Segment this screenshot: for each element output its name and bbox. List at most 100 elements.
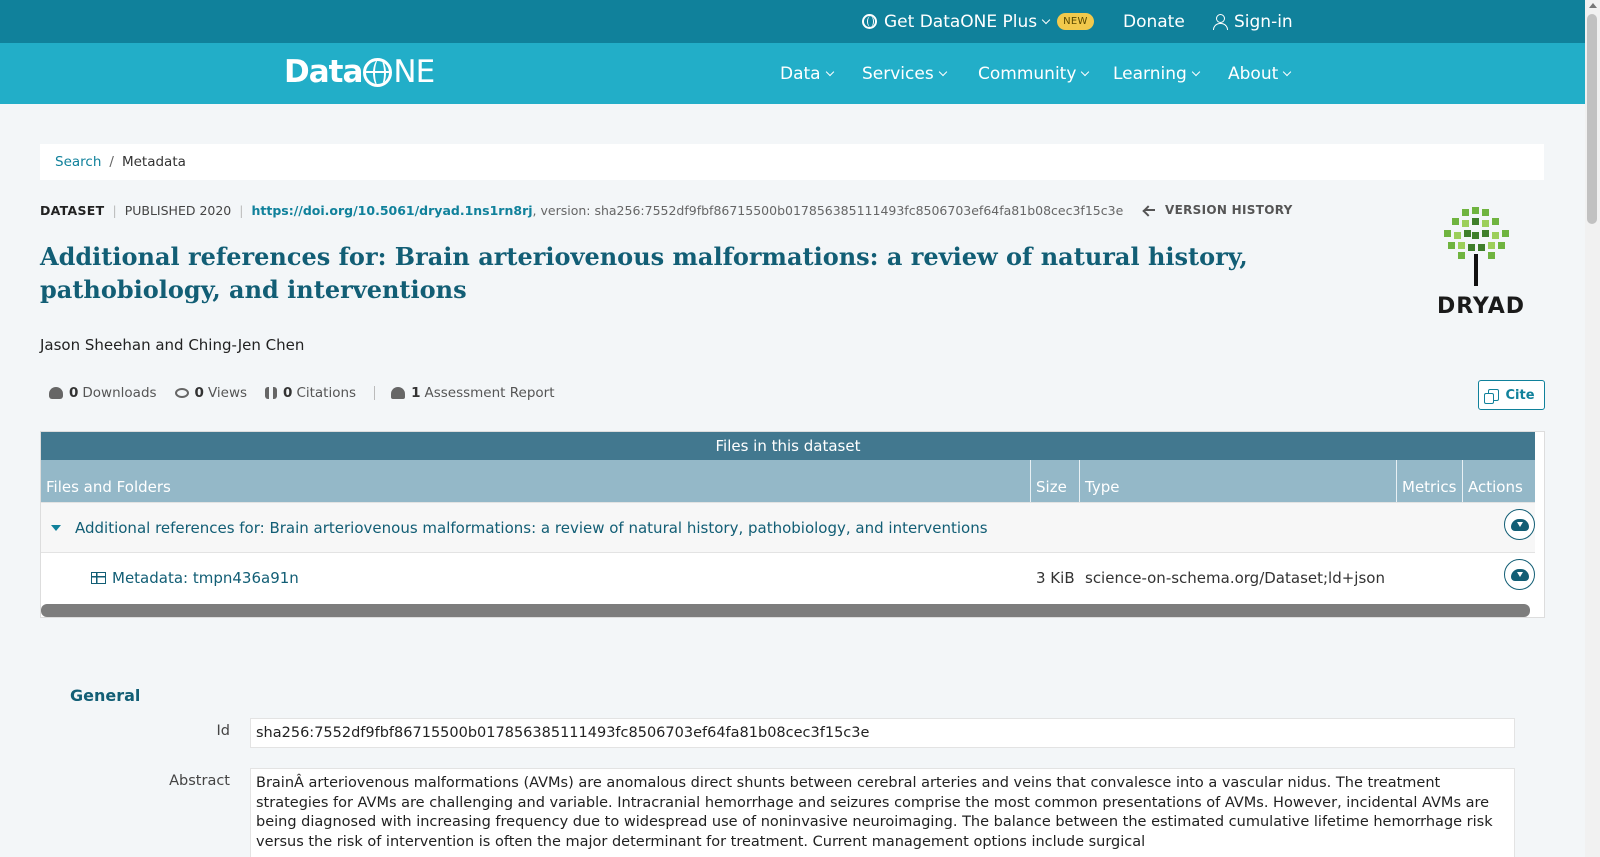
eye-icon: [174, 388, 189, 398]
logo-text-data: Data: [284, 54, 363, 90]
dataset-title: Additional references for: Brain arterio…: [40, 242, 1248, 304]
main-navbar: Data NE Data Services Community Learning …: [0, 43, 1585, 104]
citations-count: 0: [283, 385, 293, 401]
file-name: Metadata: tmpn436a91n: [112, 569, 299, 587]
breadcrumb-separator: /: [109, 154, 114, 170]
file-type: science-on-schema.org/Dataset;ld+json: [1085, 569, 1385, 587]
cloud-download-icon: [49, 387, 63, 399]
files-table: Files in this dataset Files and Folders …: [40, 431, 1545, 618]
dataset-authors: Jason Sheehan and Ching-Jen Chen: [40, 336, 305, 354]
file-size: 3 KiB: [1036, 569, 1075, 587]
files-table-header: Files and Folders Size Type Metrics Acti…: [41, 460, 1535, 502]
views-count: 0: [194, 385, 204, 401]
cite-label: Cite: [1505, 387, 1535, 403]
column-header-type[interactable]: Type: [1080, 460, 1397, 502]
cite-button[interactable]: Cite: [1478, 380, 1545, 410]
nav-learning-label: Learning: [1113, 63, 1187, 84]
divider: |: [112, 203, 117, 218]
chevron-down-icon: [1191, 67, 1201, 76]
file-name-cell[interactable]: Metadata: tmpn436a91n: [91, 553, 299, 603]
dryad-logo[interactable]: DRYAD: [1428, 206, 1538, 319]
nav-about[interactable]: About: [1228, 43, 1292, 104]
nav-community-label: Community: [978, 63, 1077, 84]
views-label: Views: [207, 385, 248, 401]
copy-icon: [1484, 389, 1500, 404]
assessment-label: Assessment Report: [424, 385, 555, 401]
download-folder-button[interactable]: [1504, 509, 1535, 540]
version-history-link[interactable]: VERSION HISTORY: [1143, 203, 1293, 217]
sign-in-link[interactable]: Sign-in: [1213, 0, 1293, 43]
column-header-files[interactable]: Files and Folders: [41, 460, 1031, 502]
gauge-icon: [391, 387, 406, 399]
chevron-down-icon: [1041, 15, 1051, 24]
sign-in-label: Sign-in: [1234, 11, 1293, 32]
files-table-caption: Files in this dataset: [41, 432, 1535, 460]
nav-learning[interactable]: Learning: [1113, 43, 1201, 104]
scroll-up-icon[interactable]: [1589, 3, 1597, 8]
column-header-actions: Actions: [1468, 478, 1523, 496]
assessment-count: 1: [411, 385, 421, 401]
page-scrollbar[interactable]: [1585, 0, 1600, 857]
nav-data[interactable]: Data: [780, 43, 834, 104]
citations-label: Citations: [296, 385, 357, 401]
dataset-type-label: DATASET: [40, 203, 105, 218]
table-row: Metadata: tmpn436a91n 3 KiB science-on-s…: [41, 552, 1535, 602]
breadcrumb-search-link[interactable]: Search: [55, 154, 101, 170]
chevron-down-icon: [1283, 67, 1292, 76]
new-badge: NEW: [1057, 13, 1094, 30]
chevron-down-icon: [825, 67, 834, 76]
logo-text-ne: NE: [393, 54, 435, 90]
dataone-logo[interactable]: Data NE: [284, 54, 435, 90]
nav-about-label: About: [1228, 63, 1279, 84]
version-history-label: VERSION HISTORY: [1165, 203, 1293, 217]
utility-bar: Get DataONE Plus NEW Donate Sign-in: [0, 0, 1585, 43]
chevron-down-icon: [938, 67, 947, 76]
downloads-count: 0: [69, 385, 79, 401]
citations-metric[interactable]: 0 Citations: [265, 385, 356, 401]
downloads-metric[interactable]: 0 Downloads: [49, 385, 157, 401]
cloud-download-icon: [1510, 568, 1529, 581]
chevron-down-icon: [1081, 67, 1090, 76]
arrow-left-icon: [1143, 204, 1155, 216]
published-label: PUBLISHED 2020: [124, 203, 232, 218]
nav-community[interactable]: Community: [978, 43, 1090, 104]
table-row: Additional references for: Brain arterio…: [41, 502, 1535, 552]
general-heading: General: [70, 686, 141, 705]
divider: [374, 386, 376, 400]
tree-icon: [1444, 207, 1509, 286]
table-icon: [91, 572, 106, 584]
caret-down-icon[interactable]: [51, 525, 61, 531]
nav-services[interactable]: Services: [862, 43, 947, 104]
column-header-metrics: Metrics: [1397, 460, 1463, 502]
get-dataone-plus-menu[interactable]: Get DataONE Plus NEW: [862, 0, 1094, 43]
user-icon: [1213, 14, 1228, 30]
id-label: Id: [216, 723, 230, 739]
abstract-value: BrainÂ arteriovenous malformations (AVMs…: [250, 768, 1515, 857]
breadcrumb: Search / Metadata: [40, 144, 1544, 180]
column-header-size[interactable]: Size: [1031, 460, 1080, 502]
download-file-button[interactable]: [1504, 559, 1535, 590]
quote-icon: [265, 387, 278, 399]
globe-icon: [862, 14, 877, 29]
version-text: , version: sha256:7552df9fbf86715500b017…: [532, 203, 1124, 218]
downloads-label: Downloads: [82, 385, 157, 401]
cloud-download-icon: [1510, 518, 1529, 531]
divider: |: [239, 203, 244, 218]
horizontal-scrollbar[interactable]: [41, 604, 1530, 617]
dataset-metrics: 0 Downloads 0 Views 0 Citations 1 Assess…: [49, 385, 573, 401]
abstract-label: Abstract: [169, 773, 230, 789]
views-metric[interactable]: 0 Views: [174, 385, 248, 401]
folder-name: Additional references for: Brain arterio…: [75, 519, 988, 537]
doi-link[interactable]: https://doi.org/10.5061/dryad.1ns1rn8rj: [251, 203, 532, 218]
donate-link[interactable]: Donate: [1123, 0, 1185, 43]
dataset-meta-line: DATASET | PUBLISHED 2020 | https://doi.o…: [40, 203, 1123, 218]
scrollbar-thumb[interactable]: [1587, 14, 1597, 224]
assessment-report-metric[interactable]: 1 Assessment Report: [391, 385, 555, 401]
id-value: sha256:7552df9fbf86715500b01785638511149…: [250, 718, 1515, 748]
nav-services-label: Services: [862, 63, 934, 84]
dryad-logo-text: DRYAD: [1436, 294, 1526, 319]
plus-label: Get DataONE Plus: [884, 11, 1038, 32]
folder-cell[interactable]: Additional references for: Brain arterio…: [51, 503, 988, 553]
globe-logo-icon: [363, 57, 393, 87]
breadcrumb-current: Metadata: [121, 154, 186, 170]
